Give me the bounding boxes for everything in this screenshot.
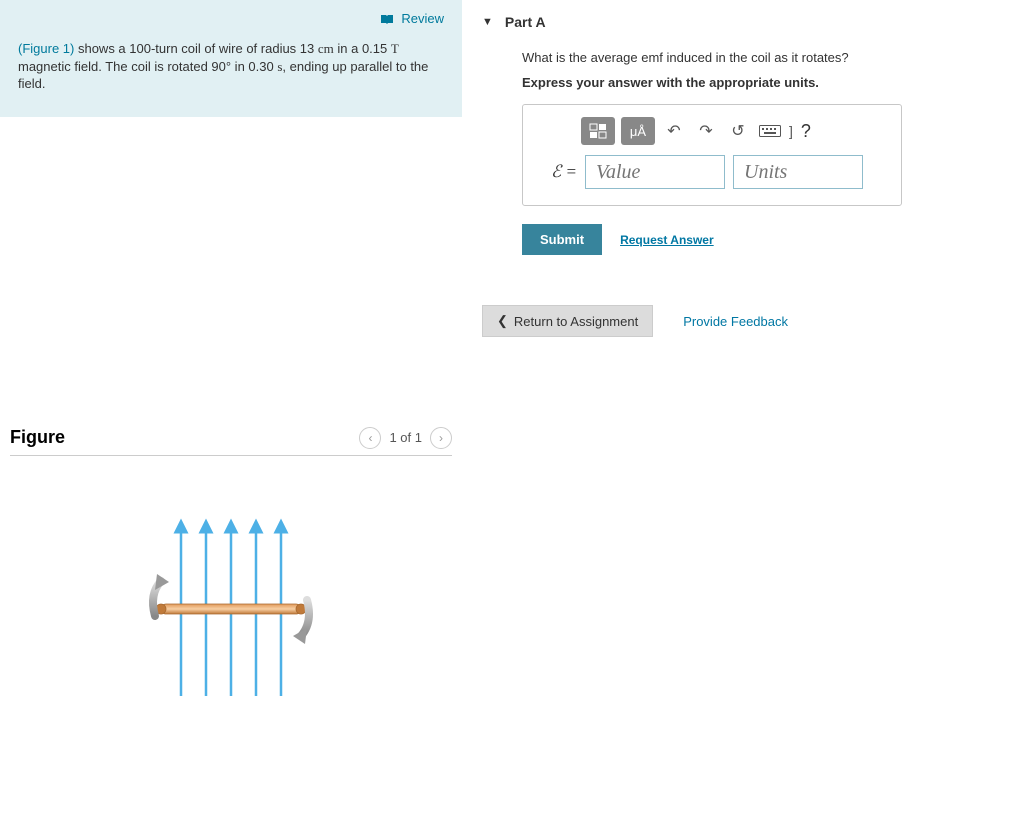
figure-prev-button[interactable]: ‹ <box>359 427 381 449</box>
part-label: Part A <box>505 14 546 30</box>
keyboard-button[interactable] <box>757 118 783 144</box>
variable-symbol: ℰ = <box>541 162 577 182</box>
problem-statement: Review (Figure 1) shows a 100-turn coil … <box>0 0 462 117</box>
collapse-icon: ▼ <box>482 16 493 28</box>
review-link[interactable]: Review <box>380 10 444 28</box>
answer-area: μÅ ↶ ↷ ↺ ] ? ℰ = <box>522 104 902 206</box>
instruction-text: Express your answer with the appropriate… <box>522 75 994 90</box>
answer-toolbar: μÅ ↶ ↷ ↺ ] ? <box>537 117 887 145</box>
undo-button[interactable]: ↶ <box>661 118 687 144</box>
units-button[interactable]: μÅ <box>621 117 655 145</box>
figure-reference-link[interactable]: (Figure 1) <box>18 41 74 56</box>
book-icon <box>380 11 402 26</box>
templates-button[interactable] <box>581 117 615 145</box>
question-text: What is the average emf induced in the c… <box>522 50 994 65</box>
review-label: Review <box>401 11 444 26</box>
units-input[interactable] <box>733 155 863 189</box>
return-button[interactable]: ❮ Return to Assignment <box>482 305 653 337</box>
submit-button[interactable]: Submit <box>522 224 602 255</box>
figure-title: Figure <box>10 427 65 448</box>
redo-button[interactable]: ↷ <box>693 118 719 144</box>
reset-button[interactable]: ↺ <box>725 118 751 144</box>
request-answer-link[interactable]: Request Answer <box>620 233 714 247</box>
chevron-left-icon: ❮ <box>497 313 508 329</box>
figure-image <box>10 496 452 716</box>
figure-pager-label: 1 of 1 <box>389 430 422 445</box>
help-button[interactable]: ? <box>801 121 811 142</box>
provide-feedback-link[interactable]: Provide Feedback <box>683 314 788 329</box>
bracket-icon: ] <box>789 123 793 139</box>
figure-next-button[interactable]: › <box>430 427 452 449</box>
return-label: Return to Assignment <box>514 314 638 329</box>
part-header[interactable]: ▼ Part A <box>482 0 994 40</box>
figure-pager: ‹ 1 of 1 › <box>359 427 452 449</box>
problem-text: (Figure 1) shows a 100-turn coil of wire… <box>18 40 444 93</box>
value-input[interactable] <box>585 155 725 189</box>
figure-section: Figure ‹ 1 of 1 › <box>0 427 462 716</box>
